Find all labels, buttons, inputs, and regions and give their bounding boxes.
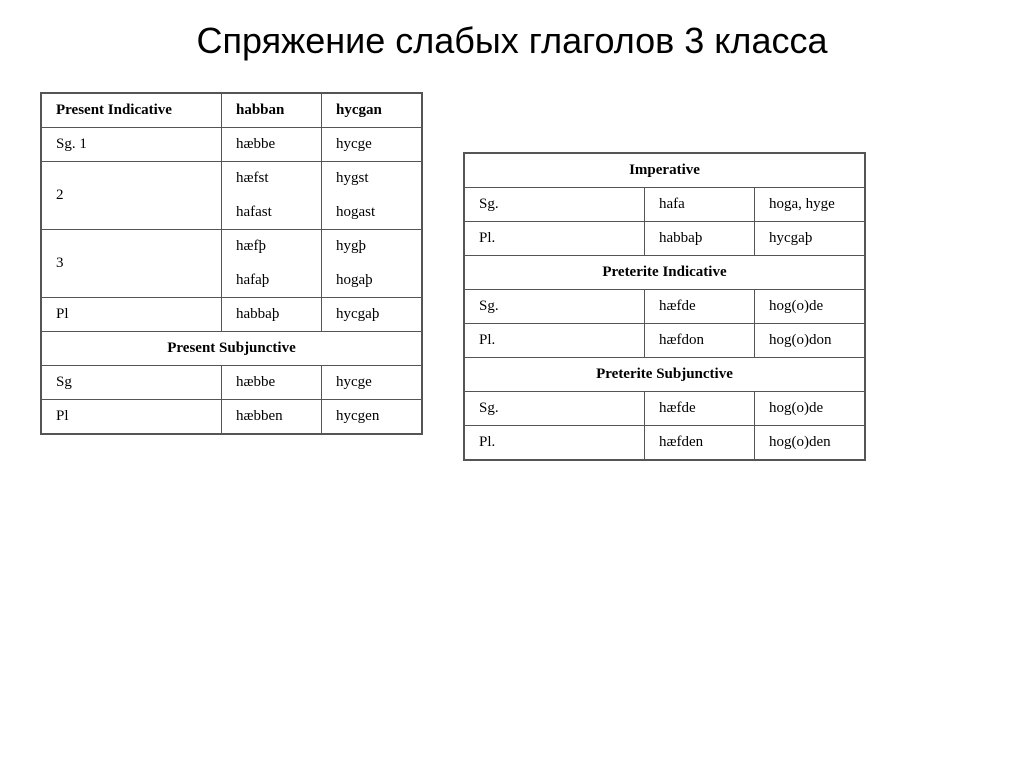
- row-col2: habbaþ: [222, 298, 322, 332]
- row-col2: habbaþ: [645, 222, 755, 256]
- imperative-header-label: Imperative: [465, 154, 865, 188]
- row-label: Sg.: [465, 188, 645, 222]
- row-label: 2: [42, 162, 222, 230]
- subjunctive-header-row: Present Subjunctive: [42, 332, 422, 366]
- row-col2: hæfsthafast: [222, 162, 322, 230]
- row-col3: hoga, hyge: [755, 188, 865, 222]
- table-row: Sg. hafa hoga, hyge: [465, 188, 865, 222]
- row-col3: hygþhogaþ: [322, 230, 422, 298]
- row-col2: hæfden: [645, 426, 755, 460]
- row-col3: hycge: [322, 128, 422, 162]
- table-row: Sg hæbbe hycge: [42, 366, 422, 400]
- left-header-col1: Present Indicative: [42, 94, 222, 128]
- row-col2: hæfde: [645, 290, 755, 324]
- left-table-wrapper: Present Indicative habban hycgan Sg. 1 h…: [40, 92, 423, 435]
- right-table: Imperative Sg. hafa hoga, hyge Pl. habba…: [464, 153, 865, 460]
- row-col2: hæfde: [645, 392, 755, 426]
- row-label: Sg.: [465, 392, 645, 426]
- row-label: Pl: [42, 298, 222, 332]
- table-row: 2 hæfsthafast hygsthogast: [42, 162, 422, 230]
- table-row: Pl. hæfden hog(o)den: [465, 426, 865, 460]
- table-row: Pl. habbaþ hycgaþ: [465, 222, 865, 256]
- preterite-subjunctive-header-label: Preterite Subjunctive: [465, 358, 865, 392]
- row-label: Pl: [42, 400, 222, 434]
- table-row: Sg. hæfde hog(o)de: [465, 290, 865, 324]
- row-col2: hæbbe: [222, 366, 322, 400]
- right-table-wrapper: Imperative Sg. hafa hoga, hyge Pl. habba…: [463, 152, 866, 461]
- left-header-col2: habban: [222, 94, 322, 128]
- row-label: Pl.: [465, 324, 645, 358]
- row-col2: hæbbe: [222, 128, 322, 162]
- row-col3: hycgaþ: [755, 222, 865, 256]
- row-col3: hycgen: [322, 400, 422, 434]
- table-row: Sg. hæfde hog(o)de: [465, 392, 865, 426]
- left-header-col3: hycgan: [322, 94, 422, 128]
- imperative-header-row: Imperative: [465, 154, 865, 188]
- left-table-header-row: Present Indicative habban hycgan: [42, 94, 422, 128]
- preterite-indicative-header-row: Preterite Indicative: [465, 256, 865, 290]
- table-row: Pl habbaþ hycgaþ: [42, 298, 422, 332]
- preterite-subjunctive-header-row: Preterite Subjunctive: [465, 358, 865, 392]
- row-col3: hog(o)de: [755, 290, 865, 324]
- row-col3: hog(o)de: [755, 392, 865, 426]
- row-label: Sg: [42, 366, 222, 400]
- row-col2: hafa: [645, 188, 755, 222]
- table-row: 3 hæfþhafaþ hygþhogaþ: [42, 230, 422, 298]
- row-label: 3: [42, 230, 222, 298]
- row-label: Pl.: [465, 426, 645, 460]
- row-label: Sg. 1: [42, 128, 222, 162]
- row-label: Pl.: [465, 222, 645, 256]
- row-col3: hycgaþ: [322, 298, 422, 332]
- table-row: Sg. 1 hæbbe hycge: [42, 128, 422, 162]
- preterite-indicative-header-label: Preterite Indicative: [465, 256, 865, 290]
- row-col2: hæfdon: [645, 324, 755, 358]
- left-table: Present Indicative habban hycgan Sg. 1 h…: [41, 93, 422, 434]
- row-col2: hæbben: [222, 400, 322, 434]
- row-col2: hæfþhafaþ: [222, 230, 322, 298]
- subjunctive-header-label: Present Subjunctive: [42, 332, 422, 366]
- tables-container: Present Indicative habban hycgan Sg. 1 h…: [30, 92, 994, 461]
- table-row: Pl. hæfdon hog(o)don: [465, 324, 865, 358]
- row-col3: hygsthogast: [322, 162, 422, 230]
- row-col3: hog(o)den: [755, 426, 865, 460]
- row-col3: hycge: [322, 366, 422, 400]
- row-col3: hog(o)don: [755, 324, 865, 358]
- row-label: Sg.: [465, 290, 645, 324]
- page-title: Спряжение слабых глаголов 3 класса: [30, 20, 994, 62]
- table-row: Pl hæbben hycgen: [42, 400, 422, 434]
